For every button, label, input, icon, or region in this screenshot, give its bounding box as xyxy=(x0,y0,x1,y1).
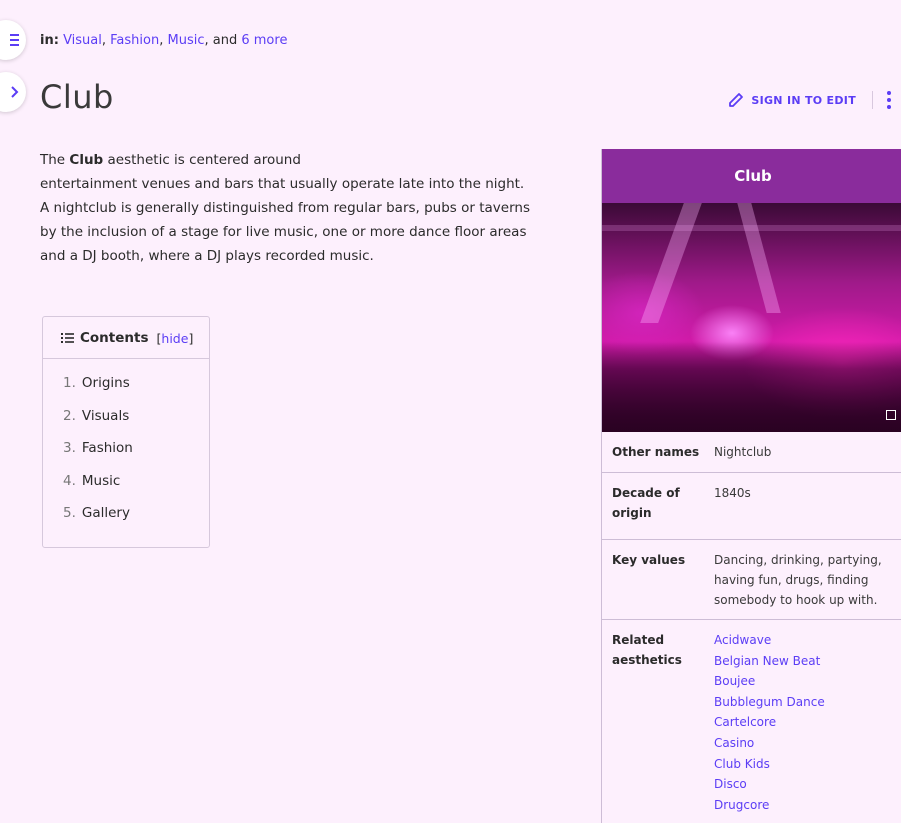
toc-item-label: Gallery xyxy=(81,505,130,521)
category-and: and xyxy=(212,33,238,48)
expand-rail-button[interactable] xyxy=(0,72,26,112)
intro-text: The xyxy=(40,152,66,168)
infobox-row-other-names: Other names Nightclub xyxy=(602,432,901,473)
intro-paragraph: The Club aesthetic is centered around en… xyxy=(40,148,580,268)
toc-item-fashion[interactable]: 3. Fashion xyxy=(63,438,209,471)
menu-icon xyxy=(10,34,19,46)
category-link-music[interactable]: Music xyxy=(167,33,204,48)
related-link[interactable]: Boujee xyxy=(714,671,894,692)
intro-text: aesthetic is centered around xyxy=(107,152,301,168)
page-title: Club xyxy=(40,78,114,116)
actions-divider xyxy=(872,91,873,109)
toc-item-number: 5. xyxy=(63,505,76,521)
toc-list: 1. Origins 2. Visuals 3. Fashion 4. Music 5.… xyxy=(43,359,209,536)
toc-item-label: Origins xyxy=(81,375,130,391)
related-link[interactable]: Casino xyxy=(714,733,894,754)
toc-item-label: Music xyxy=(81,472,121,489)
pencil-icon xyxy=(729,93,744,107)
related-link[interactable]: Belgian New Beat xyxy=(714,651,894,672)
page-actions: SIGN IN TO EDIT xyxy=(727,91,891,109)
category-link-fashion[interactable]: Fashion xyxy=(110,33,159,48)
category-label: in: xyxy=(40,33,59,48)
toc-item-number: 4. xyxy=(63,472,76,489)
intro-line-4: by the inclusion of a stage for live mus… xyxy=(40,224,527,240)
intro-line-2: entertainment venues and bars that usual… xyxy=(40,176,525,192)
toc-title: Contents xyxy=(80,330,149,346)
related-link[interactable]: Acidwave xyxy=(714,630,894,651)
infobox-title: Club xyxy=(602,149,901,203)
infobox-value: 1840s xyxy=(714,486,751,500)
toc-item-gallery[interactable]: 5. Gallery xyxy=(63,503,209,536)
sign-in-to-edit-button[interactable]: SIGN IN TO EDIT xyxy=(727,91,856,109)
category-more-link[interactable]: 6 more xyxy=(241,33,287,48)
table-of-contents: Contents [hide] 1. Origins 2. Visuals 3. Fa… xyxy=(42,316,210,548)
infobox-label: Key values xyxy=(612,553,686,567)
image-light-beam xyxy=(602,225,901,231)
related-link[interactable]: Drugcore xyxy=(714,795,894,816)
toc-item-number: 1. xyxy=(63,375,76,391)
toc-item-number: 3. xyxy=(63,440,76,456)
infobox-row-related: Related aesthetics Acidwave Belgian New … xyxy=(602,620,901,823)
related-aesthetics-list: Acidwave Belgian New Beat Boujee Bubbleg… xyxy=(714,630,894,815)
intro-line-3: A nightclub is generally distinguished f… xyxy=(40,200,530,216)
infobox-label: Other names xyxy=(612,445,700,459)
toc-item-origins[interactable]: 1. Origins xyxy=(63,373,209,406)
toc-hide-link[interactable]: hide xyxy=(161,331,188,346)
list-icon xyxy=(61,333,74,343)
menu-rail-button[interactable] xyxy=(0,20,26,60)
image-light-beam xyxy=(737,203,781,313)
intro-line-1: The Club aesthetic is centered around xyxy=(40,148,580,172)
toc-item-number: 2. xyxy=(63,407,76,424)
intro-line-5: and a DJ booth, where a DJ plays recorde… xyxy=(40,248,374,264)
infobox-value: Dancing, drinking, partying, having fun,… xyxy=(714,553,882,607)
related-link[interactable]: Club Kids xyxy=(714,754,894,775)
chevron-right-icon xyxy=(11,86,19,98)
toc-item-label: Visuals xyxy=(81,407,130,424)
infobox-value: Nightclub xyxy=(714,445,772,459)
category-breadcrumb: in: Visual, Fashion, Music, and 6 more xyxy=(40,33,288,48)
infobox-label: Related aesthetics xyxy=(612,633,682,667)
infobox-image[interactable] xyxy=(602,203,901,432)
related-link[interactable]: Cartelcore xyxy=(714,712,894,733)
sign-in-to-edit-label: SIGN IN TO EDIT xyxy=(751,93,856,107)
category-link-visual[interactable]: Visual xyxy=(63,33,102,48)
toc-bracket: ] xyxy=(188,330,194,346)
image-crowd-shadow xyxy=(602,342,901,432)
toc-header: Contents [hide] xyxy=(43,317,209,359)
expand-image-icon[interactable] xyxy=(886,410,896,420)
related-link[interactable]: Disco xyxy=(714,774,894,795)
more-options-icon[interactable] xyxy=(887,91,891,109)
toc-item-music[interactable]: 4. Music xyxy=(63,471,209,504)
toc-item-visuals[interactable]: 2. Visuals xyxy=(63,406,209,439)
toc-item-label: Fashion xyxy=(81,440,133,456)
related-link[interactable]: Bubblegum Dance xyxy=(714,692,894,713)
infobox: Club Other names Nightclub Decade of ori… xyxy=(601,149,901,823)
intro-bold-term: Club xyxy=(69,152,104,168)
image-light-beam xyxy=(640,203,702,323)
infobox-row-decade: Decade of origin 1840s xyxy=(602,473,901,540)
infobox-label: Decade of origin xyxy=(612,486,680,520)
toc-hide-toggle: [hide] xyxy=(157,331,194,346)
infobox-row-key-values: Key values Dancing, drinking, partying, … xyxy=(602,540,901,620)
